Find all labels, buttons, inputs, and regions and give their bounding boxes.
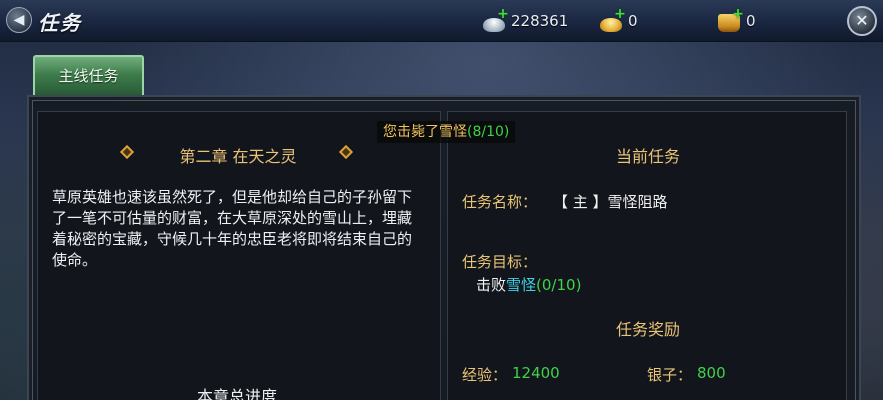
exp-value: 12400 bbox=[512, 364, 560, 382]
silver-amount: 228361 bbox=[511, 12, 569, 30]
close-button[interactable]: ✕ bbox=[847, 6, 877, 36]
silver-ingot-icon: + bbox=[483, 6, 509, 32]
tab-main-quest[interactable]: 主线任务 bbox=[33, 55, 144, 95]
gold-bag-icon: + bbox=[718, 6, 744, 32]
reward-heading: 任务奖励 bbox=[615, 320, 680, 339]
chapter-progress-label: 本章总进度 bbox=[196, 387, 277, 400]
task-goal-prefix: 击败 bbox=[476, 276, 507, 294]
back-button[interactable]: ◀ bbox=[6, 7, 32, 33]
task-name-value: 【 主 】雪怪阻路 bbox=[553, 193, 668, 211]
gold-amount: 0 bbox=[628, 12, 638, 30]
exp-label: 经验： bbox=[462, 366, 508, 384]
kill-notice-count: (8/10) bbox=[467, 124, 510, 140]
plus-icon: + bbox=[732, 6, 744, 22]
gold-ingot-icon: + bbox=[600, 6, 626, 32]
chapter-description: 草原英雄也速该虽然死了，但是他却给自己的子孙留下了一笔不可估量的财富，在大草原深… bbox=[52, 188, 413, 269]
current-task-heading: 当前任务 bbox=[615, 147, 680, 166]
close-icon: ✕ bbox=[855, 11, 869, 30]
task-goal-target[interactable]: 雪怪 bbox=[506, 276, 536, 294]
silver-reward-label: 银子： bbox=[647, 366, 693, 384]
silver-reward-value: 800 bbox=[697, 364, 726, 382]
task-goal: 击败雪怪(0/10) bbox=[476, 274, 581, 295]
plus-icon: + bbox=[497, 6, 509, 22]
chevron-left-icon: ◀ bbox=[13, 12, 25, 28]
task-goal-progress: (0/10) bbox=[536, 276, 582, 294]
plus-icon: + bbox=[614, 6, 626, 22]
kill-notice-text: 您击毙了雪怪 bbox=[383, 124, 467, 140]
bound-gold-currency[interactable]: + 0 bbox=[718, 6, 756, 34]
bound-gold-amount: 0 bbox=[746, 12, 756, 30]
gold-currency[interactable]: + 0 bbox=[600, 6, 638, 34]
kill-notice: 您击毙了雪怪(8/10) bbox=[377, 121, 516, 143]
task-name-label: 任务名称： bbox=[462, 193, 538, 211]
chapter-title: 第二章 在天之灵 bbox=[179, 147, 297, 166]
top-bar: ◀ 任务 + 228361 + 0 + 0 ✕ bbox=[0, 0, 883, 42]
page-title: 任务 bbox=[38, 11, 82, 35]
silver-currency[interactable]: + 228361 bbox=[483, 6, 569, 34]
task-goal-label: 任务目标： bbox=[462, 253, 538, 271]
